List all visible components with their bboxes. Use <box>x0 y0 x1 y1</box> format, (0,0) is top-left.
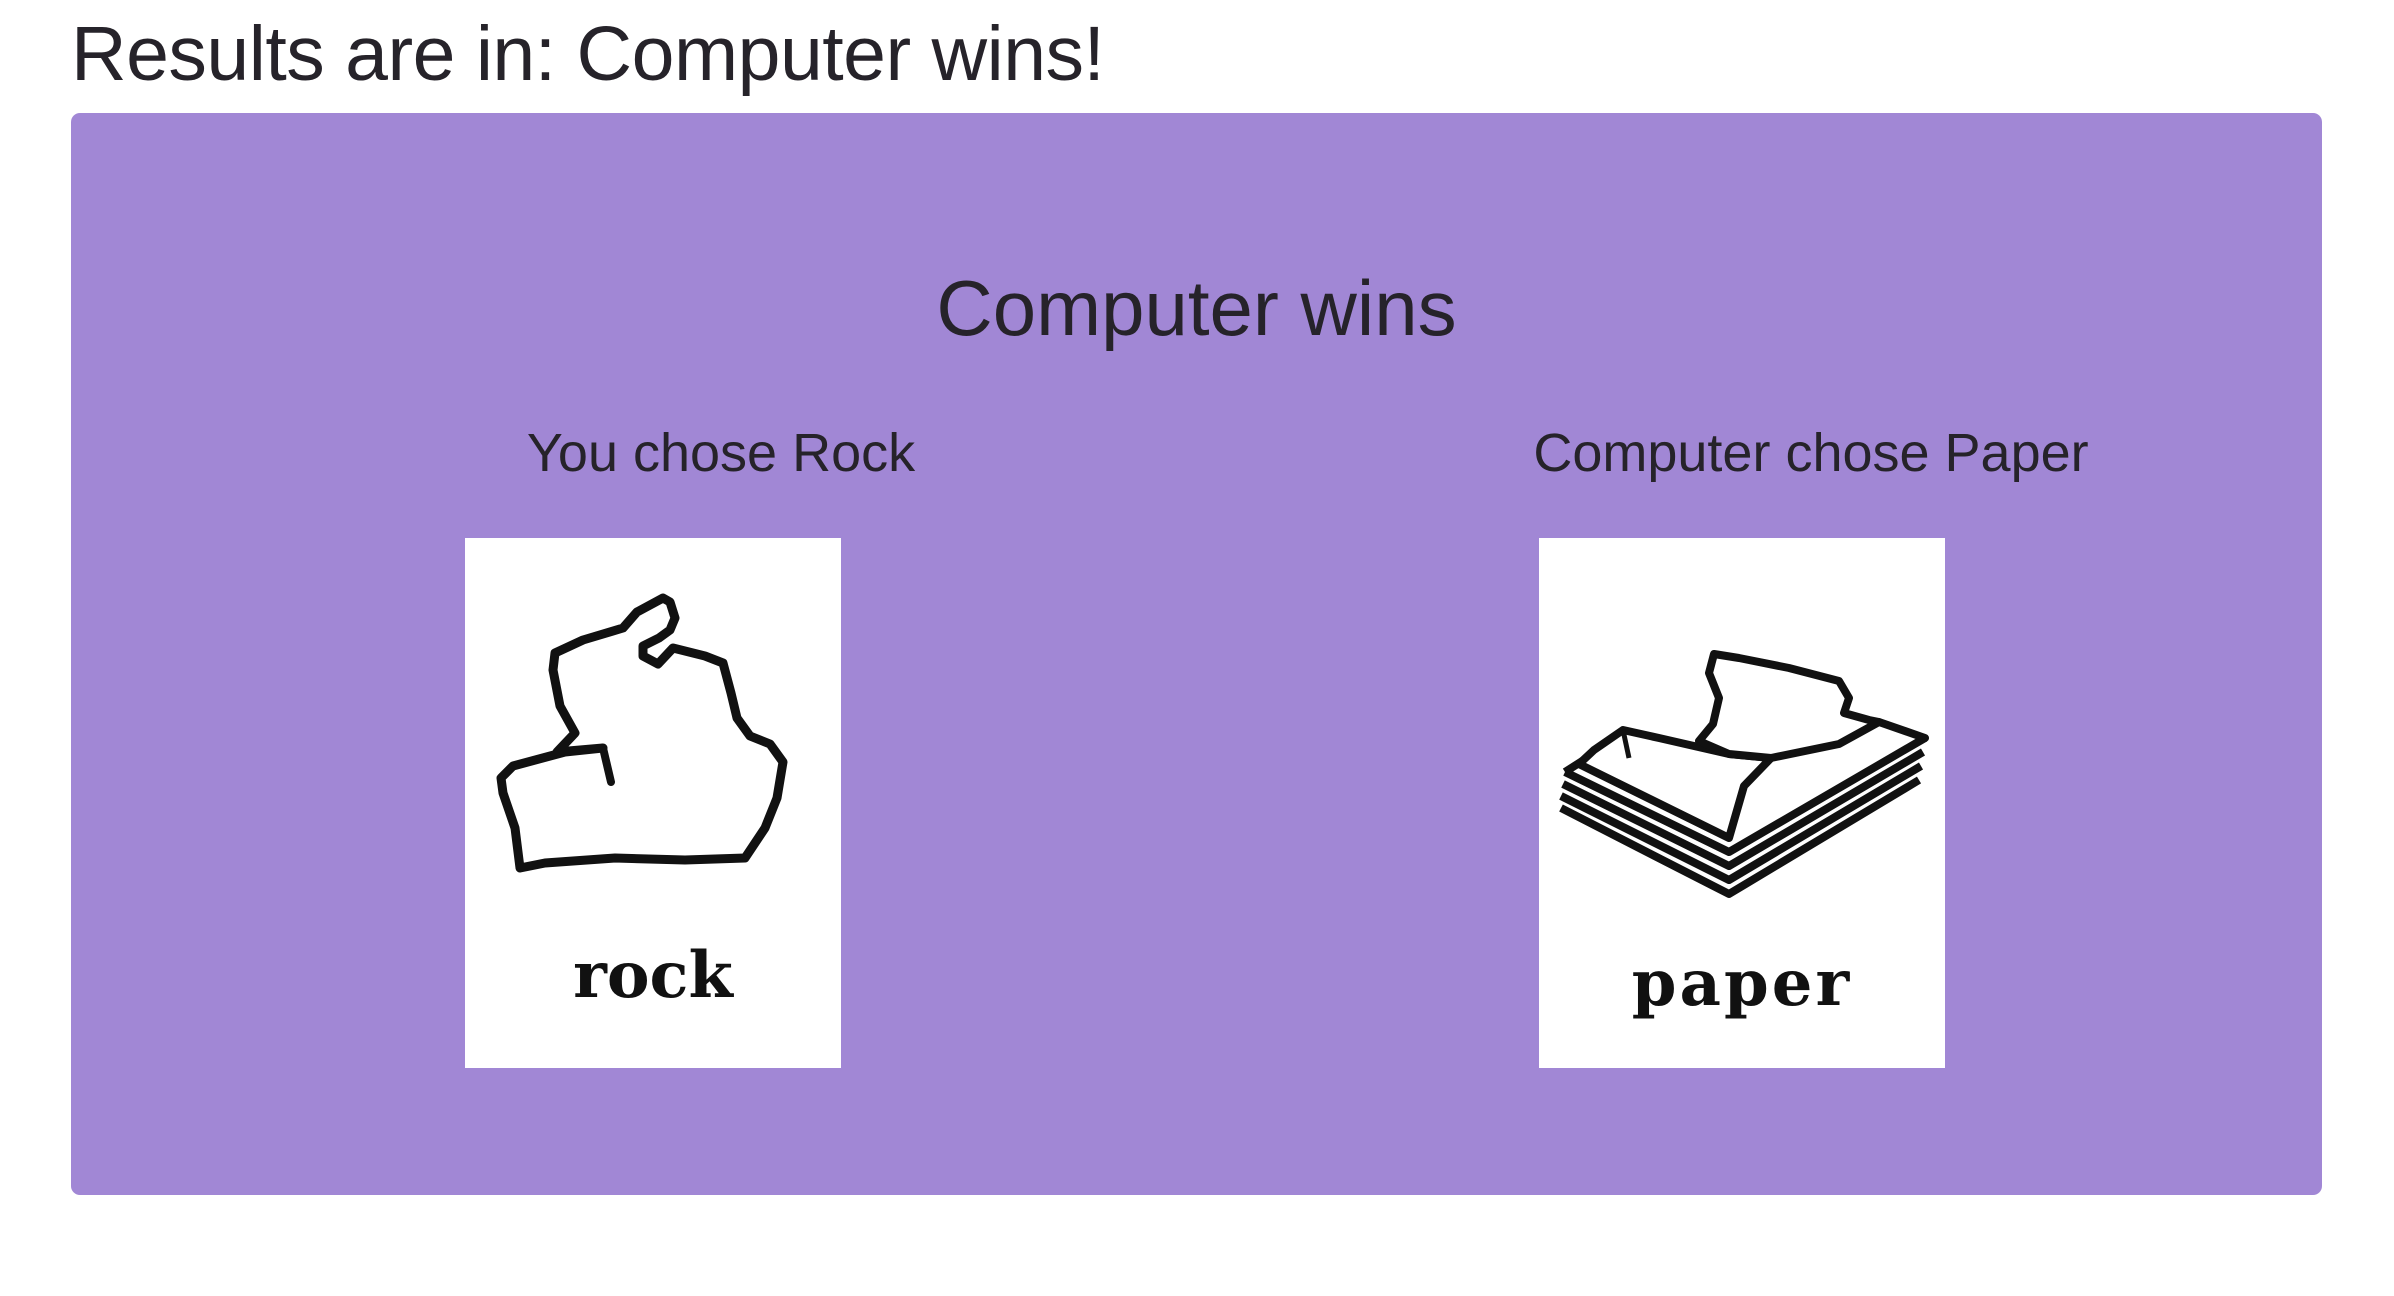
player-choice: You chose Rock <box>271 403 1171 503</box>
rock-icon <box>496 593 788 873</box>
computer-choice: Computer chose Paper <box>1361 403 2261 503</box>
paper-card-word: paper <box>1631 946 1853 1021</box>
player-choice-label: You chose Rock <box>526 423 916 483</box>
rock-card-word: rock <box>573 938 733 1013</box>
result-panel: Computer wins You chose Rock Computer ch… <box>71 113 2322 1195</box>
paper-icon <box>1559 650 1929 898</box>
player-choice-card: rock <box>465 538 841 1068</box>
computer-choice-card: paper <box>1539 538 1945 1068</box>
result-heading: Computer wins <box>936 264 1457 352</box>
page-title: Results are in: Computer wins! <box>71 11 1105 97</box>
computer-choice-label: Computer chose Paper <box>1533 423 2089 483</box>
